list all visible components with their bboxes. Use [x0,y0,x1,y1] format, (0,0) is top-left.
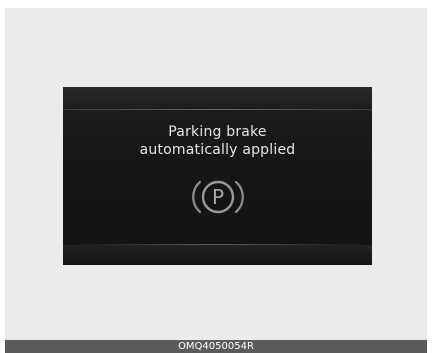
display-divider-top [63,109,372,110]
display-top-bar [63,87,372,110]
message-line-2: automatically applied [139,142,296,158]
figure-code: OMQ4050054R [178,341,254,352]
warning-message: Parking brake automatically applied [63,123,372,159]
parking-brake-letter: P [211,185,223,209]
parking-brake-icon: P [188,175,248,219]
display-bottom-bar [63,245,372,265]
cluster-display: Parking brake automatically applied P [63,87,372,265]
message-line-1: Parking brake [168,124,267,140]
caption-bar: OMQ4050054R [5,340,427,353]
